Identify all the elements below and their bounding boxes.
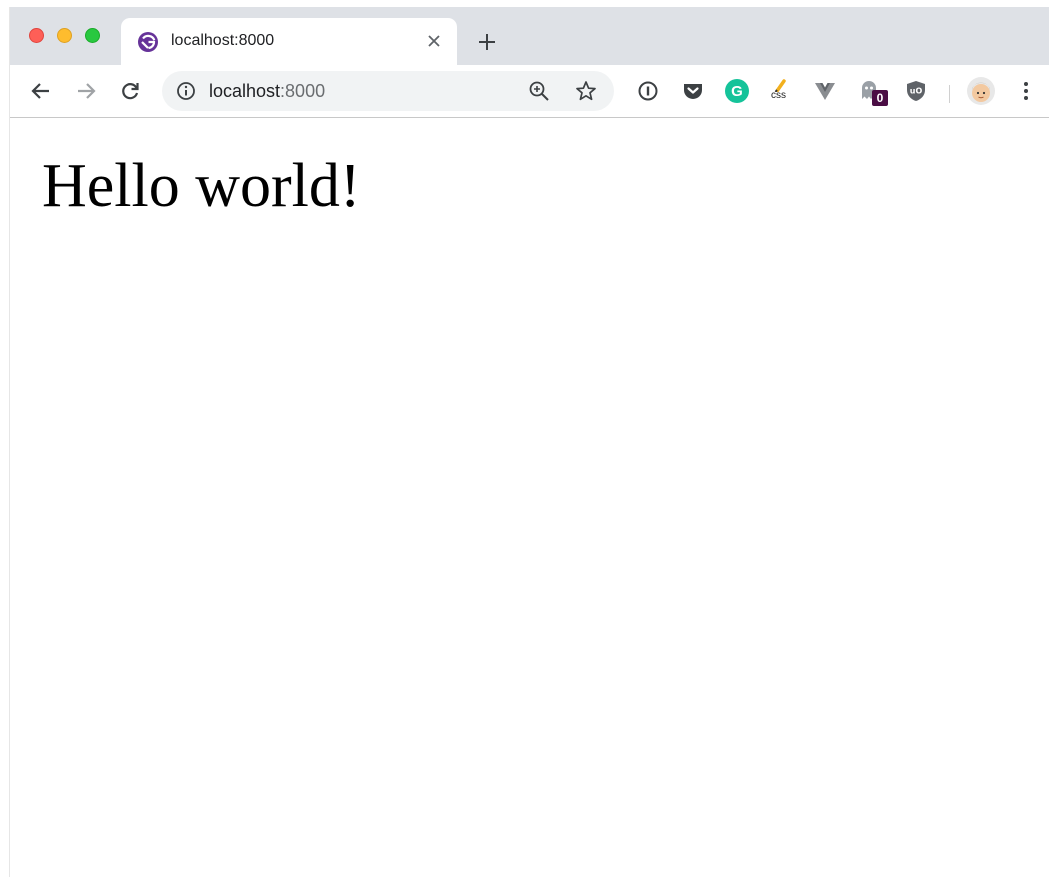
url-port: :8000: [280, 81, 326, 101]
close-window-button[interactable]: [29, 28, 44, 43]
plus-icon: [479, 34, 495, 50]
css-peeper-icon[interactable]: css: [768, 79, 792, 103]
profile-avatar[interactable]: [967, 77, 995, 105]
reload-icon: [122, 83, 139, 100]
ublock-icon[interactable]: uO: [904, 79, 928, 103]
address-bar[interactable]: localhost:8000: [162, 71, 614, 111]
arrow-right-icon: [78, 83, 96, 99]
url-host: localhost: [209, 81, 281, 101]
pocket-icon[interactable]: [681, 79, 705, 103]
back-button[interactable]: [27, 77, 55, 105]
css-label: css: [771, 90, 786, 101]
tab-title: localhost:8000: [171, 32, 275, 49]
gatsby-logo-icon: [138, 32, 158, 52]
chrome-menu-button[interactable]: [1012, 77, 1040, 105]
tab-close-button[interactable]: [421, 28, 447, 54]
reload-button[interactable]: [116, 77, 144, 105]
tab-strip: localhost:8000: [10, 7, 1049, 65]
zoom-in-icon[interactable]: [528, 80, 550, 102]
ghostery-badge: 0: [872, 90, 888, 106]
svg-text:uO: uO: [910, 87, 923, 96]
browser-window: localhost:8000 localhost:8000 G css 0 uO…: [9, 7, 1049, 877]
avatar-face-icon: [972, 82, 990, 102]
arrow-left-icon: [31, 83, 49, 99]
1password-icon[interactable]: [636, 79, 660, 103]
page-headline: Hello world!: [42, 152, 361, 220]
url-text[interactable]: localhost:8000: [209, 81, 325, 102]
tab-localhost[interactable]: localhost:8000: [121, 18, 457, 65]
new-tab-button[interactable]: [472, 27, 502, 57]
close-icon: [428, 35, 440, 47]
grammarly-icon[interactable]: G: [725, 79, 749, 103]
toolbar: localhost:8000 G css 0 uO: [10, 65, 1049, 118]
bookmark-star-icon[interactable]: [574, 79, 598, 103]
grammarly-letter: G: [731, 82, 743, 100]
minimize-window-button[interactable]: [57, 28, 72, 43]
vue-devtools-icon[interactable]: [813, 79, 837, 103]
zoom-window-button[interactable]: [85, 28, 100, 43]
toolbar-divider: [949, 85, 950, 103]
page-viewport: Hello world!: [10, 118, 1049, 877]
forward-button[interactable]: [72, 77, 100, 105]
more-vert-icon: [1024, 82, 1028, 100]
ghostery-icon[interactable]: 0: [859, 79, 888, 106]
info-icon[interactable]: [176, 81, 196, 101]
